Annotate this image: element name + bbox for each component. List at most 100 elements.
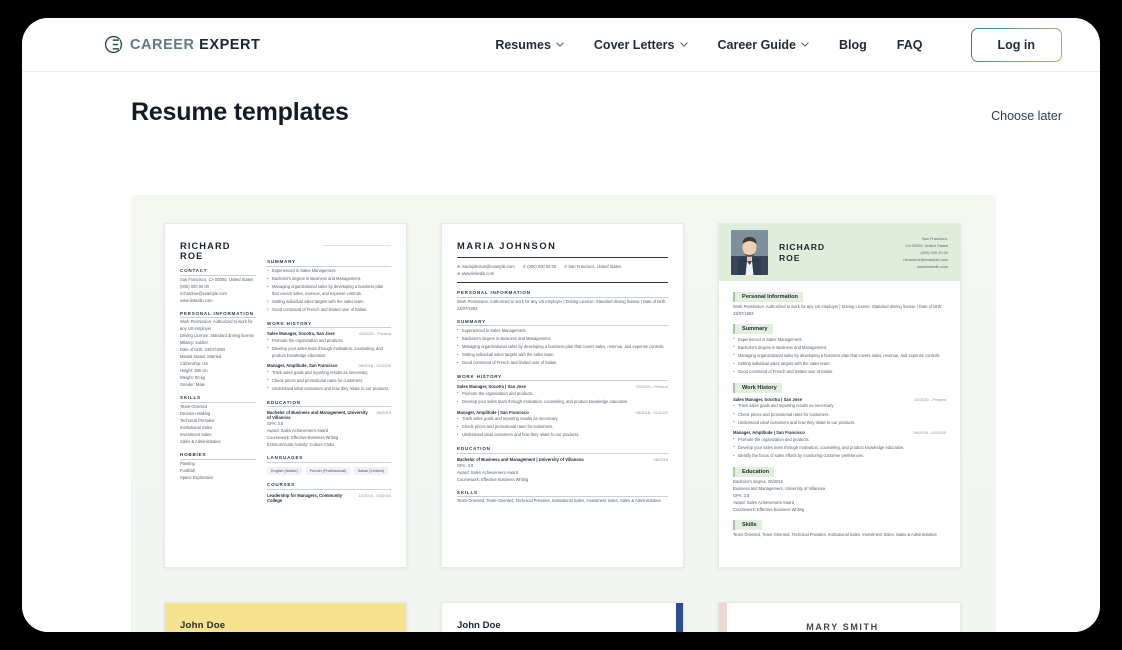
section-heading-skills: Skills — [733, 519, 762, 530]
template-card-richard-roe-photo-green[interactable]: RICHARD ROE San Francisco, CA 00000, Uni… — [718, 223, 961, 568]
login-button[interactable]: Log in — [971, 28, 1063, 62]
page-body: Resume templates Choose later RICHARD RO… — [22, 72, 1100, 632]
logo-wordmark: CAREER EXPERT — [130, 37, 260, 53]
work-bullet: Track sales goals and reporting results … — [267, 369, 391, 377]
work-bullet: Track sales goals and reporting results … — [733, 403, 946, 410]
contact-line: (000) 000 00 00 — [920, 249, 948, 255]
work-entry-header: Manager, Amplitude | San Francisco 06/20… — [457, 410, 668, 415]
contact-line: (000) 000 00 00 — [180, 283, 209, 289]
nav-item-faq[interactable]: FAQ — [897, 38, 923, 52]
contact-line: San Francisco, — [922, 235, 948, 241]
skill-item: Sales & Administrative — [180, 439, 221, 445]
contact-line: richardroe@example.com — [903, 257, 948, 263]
summary-bullet: Good command of French and limited user … — [457, 360, 668, 367]
resume-contact-block: San Francisco, CA 00000, United States (… — [903, 235, 948, 270]
course-date: 10/2015 - 04/2016 — [358, 492, 391, 498]
personal-line: Driving License: Standard driving licens… — [180, 333, 254, 339]
template-card-maria-johnson-modern[interactable]: MARIA JOHNSON ✉ mariajohnson@example.com… — [441, 223, 684, 568]
work-bullet: Identify the focus of sales efforts by m… — [733, 453, 946, 460]
contact-line: www.linkedin.com — [180, 297, 213, 303]
skill-item: Institutional Sales — [180, 425, 213, 431]
personal-line: Citizenship: US — [180, 361, 208, 367]
decorative-rule — [323, 245, 391, 246]
contact-website: ⊕ www.linkedin.com — [457, 270, 495, 276]
skill-item: Investment Sales — [180, 432, 212, 438]
skill-item: Team-Oriented — [180, 403, 208, 409]
template-card-john-doe-blue-edge[interactable]: John Doe johndoe@example.com | (000) 000… — [441, 602, 684, 632]
education-line: Award: Sales Achievement Award — [267, 428, 329, 434]
skill-item: Technical Presales — [180, 418, 215, 423]
personal-line: Weight: 80 kg — [180, 375, 205, 381]
contact-phone: ✆ (000) 000 00 00 — [522, 263, 557, 269]
section-heading-skills: SKILLS — [180, 395, 256, 403]
section-heading-work: WORK HISTORY — [457, 374, 668, 382]
nav-item-career-guide[interactable]: Career Guide — [718, 38, 810, 52]
avatar-illustration — [731, 230, 768, 275]
education-line: GPA: 3.8 — [267, 421, 284, 426]
work-date: 03/2020 - Present — [914, 396, 946, 402]
browser-frame: CAREER EXPERT Resumes Cover Letters Care… — [22, 18, 1100, 632]
personal-line: Height: 180 cm — [180, 368, 208, 374]
resume-name: RICHARD ROE — [180, 241, 231, 261]
logo-word-expert: EXPERT — [199, 36, 261, 53]
skills-line: Team-Oriented, Team-Oriented, Technical … — [733, 531, 937, 537]
work-title: Manager, Amplitude | San Francisco — [457, 409, 529, 415]
site-header: CAREER EXPERT Resumes Cover Letters Care… — [22, 18, 1100, 72]
work-title: Manager, Amplitude, San Francisco — [267, 363, 338, 369]
choose-later-link[interactable]: Choose later — [991, 109, 1062, 123]
resume-header-band: RICHARD ROE San Francisco, CA 00000, Uni… — [719, 224, 960, 281]
resume-right-column: SUMMARY Experienced in Sales Management.… — [267, 241, 391, 503]
work-bullet: Track sales goals and reporting results … — [457, 416, 668, 423]
skills-line: Team-Oriented, Team-Oriented, Technical … — [457, 498, 661, 504]
template-card-john-doe-yellow-dark[interactable]: John Doe johndoe@example.com (000) 000 0… — [164, 602, 407, 632]
templates-panel: RICHARD ROE CONTACT San Francisco, CA 00… — [131, 195, 996, 632]
chevron-down-icon — [679, 42, 688, 47]
personal-line: Date of birth: 23/07/1993 — [180, 347, 226, 353]
hobby-item: Football — [180, 467, 195, 473]
work-date: 03/2020 - Present — [636, 384, 668, 390]
work-bullet: Promote the organization and products. — [267, 337, 391, 345]
nav-item-cover-letters[interactable]: Cover Letters — [594, 38, 688, 52]
section-heading-hobbies: HOBBIES — [180, 452, 256, 460]
summary-bullet: Experienced in Sales Management. — [267, 268, 391, 275]
nav-item-resumes[interactable]: Resumes — [495, 38, 564, 52]
personal-line: Marital Status: Married — [180, 354, 222, 360]
work-title: Sales Manager, Socotra, San Jose — [267, 331, 335, 337]
section-heading-summary: SUMMARY — [267, 259, 391, 267]
education-line: Business and Management, University of V… — [733, 485, 826, 491]
work-bullet: Develop your sales team through motivati… — [267, 345, 391, 359]
page-title-row: Resume templates Choose later — [22, 72, 1100, 127]
language-tag: French (Professional) — [305, 466, 351, 475]
section-heading-contact: CONTACT — [180, 268, 256, 276]
summary-bullet: Bachelor's degree in Business and Manage… — [733, 344, 946, 352]
education-line: Coursework: Effective Business Writing — [733, 506, 805, 512]
contact-line: www.linkedin.com — [917, 264, 948, 270]
education-line: Extracurricular Activity: Culture Clubs — [267, 442, 335, 448]
personal-line: Work Permission: Authorized to work for … — [457, 298, 667, 311]
template-card-richard-roe-classic[interactable]: RICHARD ROE CONTACT San Francisco, CA 00… — [164, 223, 407, 568]
education-date: 06/2015 — [653, 456, 668, 462]
template-card-mary-smith-rose[interactable]: MARY SMITH marysmith@example.com | (000)… — [718, 602, 961, 632]
section-heading-personal: PERSONAL INFORMATION — [180, 311, 256, 319]
work-entry-header: Sales Manager, Socotra | San Jose 03/202… — [457, 384, 668, 389]
work-date: 06/2018 - 01/2020 — [913, 430, 946, 436]
work-date: 03/2020 - Present — [359, 331, 391, 337]
nav-item-blog[interactable]: Blog — [839, 38, 867, 52]
resume-name: MARY SMITH — [806, 622, 879, 632]
personal-line: Gender: Male — [180, 382, 205, 388]
work-bullet: Promote the organization and products. — [733, 436, 946, 444]
section-heading-personal: PERSONAL INFORMATION — [457, 290, 668, 298]
summary-bullet: Bachelor's degree in Business and Manage… — [267, 276, 391, 283]
education-degree: Bachelor of Business and Management | Un… — [457, 456, 584, 462]
site-logo[interactable]: CAREER EXPERT — [104, 35, 260, 54]
resume-preview: John Doe johndoe@example.com | (000) 000… — [442, 603, 683, 632]
contact-line: San Francisco, CA 00000, United States — [180, 276, 254, 282]
section-heading-languages: LANGUAGES — [267, 455, 391, 463]
skill-item: Decision-Making — [180, 410, 211, 416]
nav-label-career-guide: Career Guide — [717, 37, 797, 52]
summary-bullet: Experienced in Sales Management. — [457, 327, 668, 335]
summary-bullet: Managing organizational sales by develop… — [457, 344, 668, 351]
summary-bullet: Managing organizational sales by develop… — [733, 352, 946, 360]
personal-line: Military: Soldier — [180, 340, 208, 346]
language-tag: English (Native) — [267, 466, 302, 475]
